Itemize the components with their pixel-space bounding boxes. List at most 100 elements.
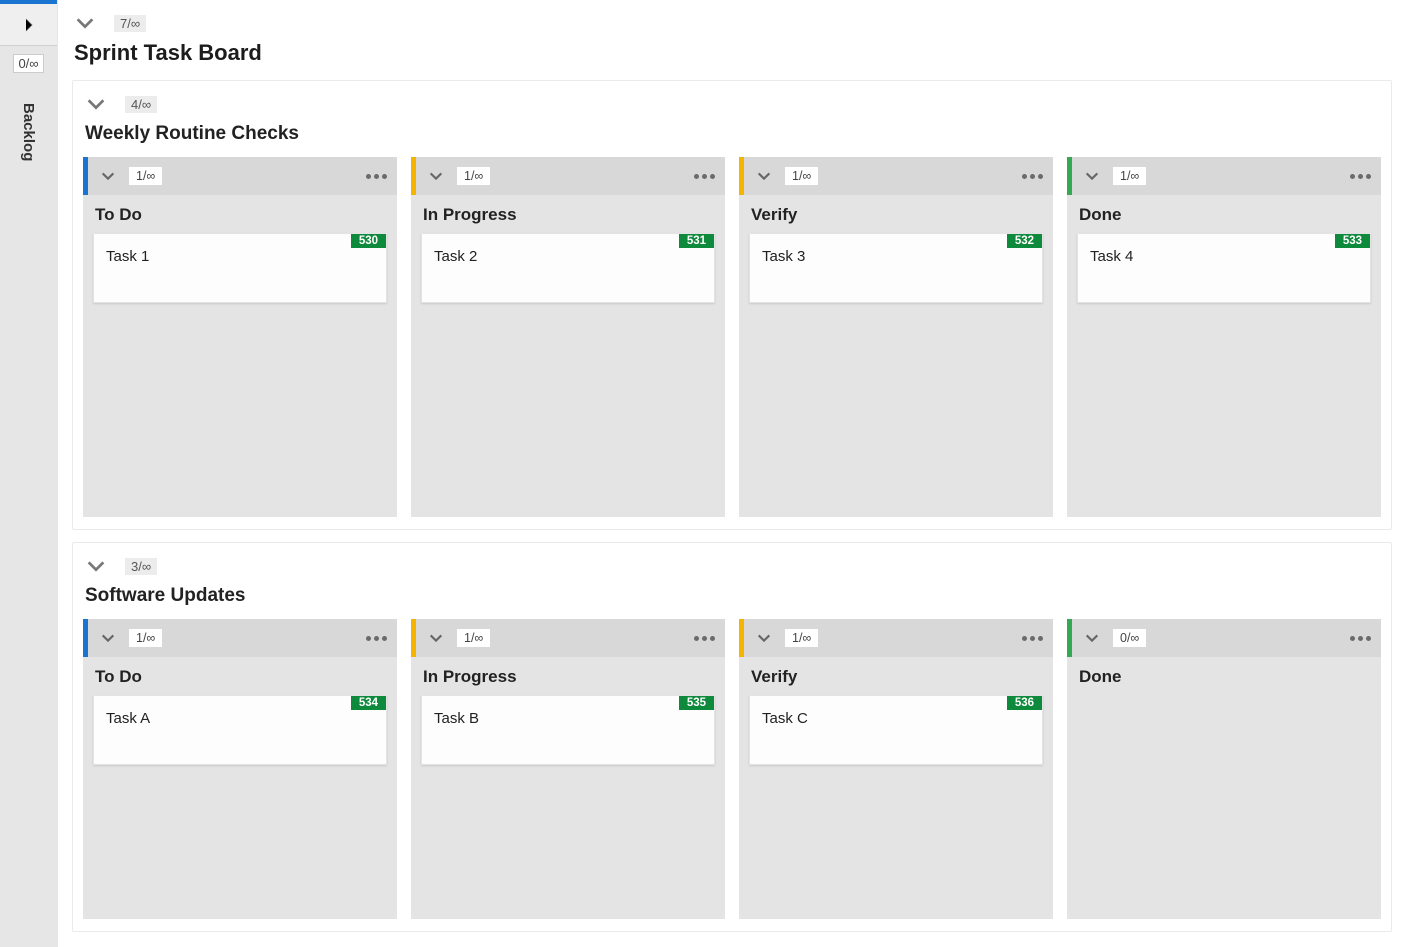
card-badge: 532 xyxy=(1007,234,1042,248)
task-card[interactable]: 531 Task 2 xyxy=(421,233,715,303)
swimlane-collapse-button[interactable] xyxy=(83,91,109,117)
column-header: 1/∞ xyxy=(411,157,725,195)
column-collapse-button[interactable] xyxy=(425,627,447,649)
column-more-button[interactable] xyxy=(366,174,387,179)
task-card[interactable]: 536 Task C xyxy=(749,695,1043,765)
column-more-button[interactable] xyxy=(694,174,715,179)
column-collapse-button[interactable] xyxy=(753,627,775,649)
column-title: To Do xyxy=(83,195,397,233)
column-collapse-button[interactable] xyxy=(753,165,775,187)
column-header: 0/∞ xyxy=(1067,619,1381,657)
swimlane-count: 4/∞ xyxy=(125,96,157,113)
chevron-down-icon xyxy=(1084,168,1100,184)
column-more-button[interactable] xyxy=(1350,636,1371,641)
chevron-down-icon xyxy=(85,555,107,577)
column-accent xyxy=(411,619,416,657)
column-header: 1/∞ xyxy=(83,157,397,195)
column-accent xyxy=(83,157,88,195)
column-cards: 534 Task A xyxy=(83,695,397,777)
column-title: In Progress xyxy=(411,657,725,695)
column-more-button[interactable] xyxy=(1022,636,1043,641)
column-title: Verify xyxy=(739,657,1053,695)
swimlane-title: Software Updates xyxy=(85,585,1381,607)
backlog-label: Backlog xyxy=(20,103,37,161)
column-count: 1/∞ xyxy=(457,167,490,185)
chevron-down-icon xyxy=(428,168,444,184)
column-title: To Do xyxy=(83,657,397,695)
card-badge: 534 xyxy=(351,696,386,710)
column-count: 1/∞ xyxy=(129,629,162,647)
chevron-down-icon xyxy=(756,630,772,646)
chevron-right-icon xyxy=(20,16,38,34)
column-more-button[interactable] xyxy=(1022,174,1043,179)
board-collapse-button[interactable] xyxy=(72,10,98,36)
column-done: 1/∞ Done 533 Task 4 xyxy=(1067,157,1381,517)
card-badge: 531 xyxy=(679,234,714,248)
column-done: 0/∞ Done xyxy=(1067,619,1381,919)
board-header: 7/∞ xyxy=(72,10,1392,36)
column-in-progress: 1/∞ In Progress 535 Task B xyxy=(411,619,725,919)
column-collapse-button[interactable] xyxy=(1081,627,1103,649)
column-count: 1/∞ xyxy=(785,629,818,647)
task-card[interactable]: 533 Task 4 xyxy=(1077,233,1371,303)
column-accent xyxy=(739,157,744,195)
task-card[interactable]: 530 Task 1 xyxy=(93,233,387,303)
card-badge: 533 xyxy=(1335,234,1370,248)
column-cards: 530 Task 1 xyxy=(83,233,397,315)
backlog-count: 0/∞ xyxy=(13,54,43,73)
card-title: Task 3 xyxy=(762,248,1030,265)
column-cards: 533 Task 4 xyxy=(1067,233,1381,315)
backlog-sidebar: 0/∞ Backlog xyxy=(0,0,58,947)
column-verify: 1/∞ Verify 536 Task C xyxy=(739,619,1053,919)
column-cards xyxy=(1067,695,1381,707)
swimlane-count: 3/∞ xyxy=(125,558,157,575)
column-cards: 535 Task B xyxy=(411,695,725,777)
swimlane-header: 3/∞ xyxy=(83,553,1381,579)
board-main: 7/∞ Sprint Task Board 4/∞ Weekly Routine… xyxy=(58,0,1414,947)
column-cards: 531 Task 2 xyxy=(411,233,725,315)
column-count: 1/∞ xyxy=(457,629,490,647)
column-title: Done xyxy=(1067,195,1381,233)
column-count: 1/∞ xyxy=(129,167,162,185)
chevron-down-icon xyxy=(1084,630,1100,646)
card-badge: 530 xyxy=(351,234,386,248)
column-collapse-button[interactable] xyxy=(97,627,119,649)
chevron-down-icon xyxy=(85,93,107,115)
backlog-expand-button[interactable] xyxy=(0,4,57,46)
column-cards: 532 Task 3 xyxy=(739,233,1053,315)
column-title: Done xyxy=(1067,657,1381,695)
board-title: Sprint Task Board xyxy=(74,40,1392,66)
chevron-down-icon xyxy=(74,12,96,34)
column-collapse-button[interactable] xyxy=(425,165,447,187)
column-header: 1/∞ xyxy=(1067,157,1381,195)
column-accent xyxy=(411,157,416,195)
column-more-button[interactable] xyxy=(694,636,715,641)
chevron-down-icon xyxy=(428,630,444,646)
column-title: Verify xyxy=(739,195,1053,233)
card-title: Task 1 xyxy=(106,248,374,265)
column-more-button[interactable] xyxy=(1350,174,1371,179)
chevron-down-icon xyxy=(756,168,772,184)
column-accent xyxy=(1067,619,1072,657)
card-title: Task C xyxy=(762,710,1030,727)
column-header: 1/∞ xyxy=(739,619,1053,657)
board-count: 7/∞ xyxy=(114,15,146,32)
column-header: 1/∞ xyxy=(83,619,397,657)
column-collapse-button[interactable] xyxy=(97,165,119,187)
task-card[interactable]: 532 Task 3 xyxy=(749,233,1043,303)
task-card[interactable]: 534 Task A xyxy=(93,695,387,765)
swimlane-collapse-button[interactable] xyxy=(83,553,109,579)
column-accent xyxy=(739,619,744,657)
column-in-progress: 1/∞ In Progress 531 Task 2 xyxy=(411,157,725,517)
column-more-button[interactable] xyxy=(366,636,387,641)
column-todo: 1/∞ To Do 534 Task A xyxy=(83,619,397,919)
swimlane-columns: 1/∞ To Do 534 Task A 1/∞ xyxy=(83,619,1381,919)
swimlane-software-updates: 3/∞ Software Updates 1/∞ To Do 534 Task … xyxy=(72,542,1392,932)
swimlane-title: Weekly Routine Checks xyxy=(85,123,1381,145)
column-collapse-button[interactable] xyxy=(1081,165,1103,187)
column-count: 0/∞ xyxy=(1113,629,1146,647)
swimlane-weekly-routine-checks: 4/∞ Weekly Routine Checks 1/∞ To Do 530 xyxy=(72,80,1392,530)
task-card[interactable]: 535 Task B xyxy=(421,695,715,765)
column-cards: 536 Task C xyxy=(739,695,1053,777)
card-badge: 535 xyxy=(679,696,714,710)
